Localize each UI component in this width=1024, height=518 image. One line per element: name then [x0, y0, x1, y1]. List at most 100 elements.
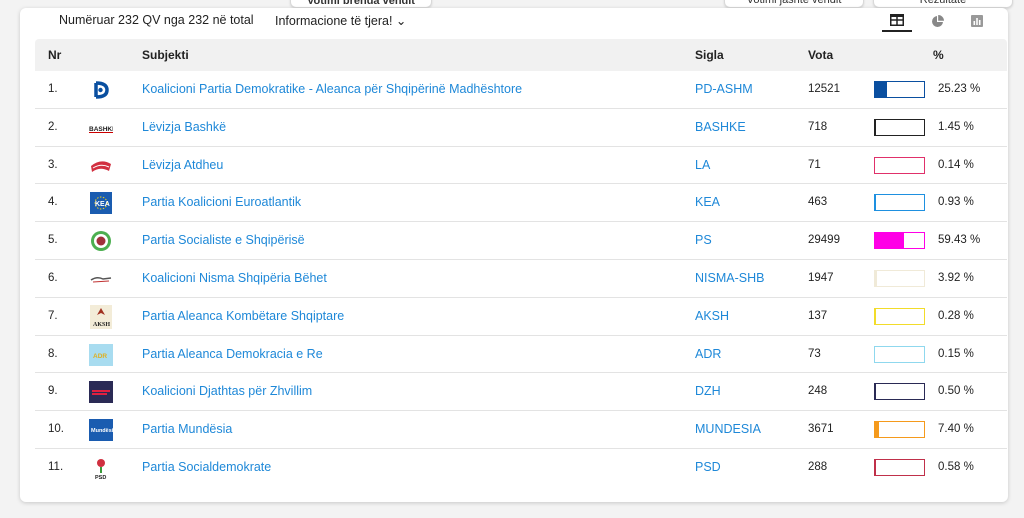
table-row: 10. Mundësia Partia Mundësia MUNDESIA 3671 7.… [35, 411, 1007, 449]
bar-view-button[interactable] [962, 10, 992, 32]
row-number: 1. [48, 83, 58, 95]
votes-value: 718 [808, 120, 828, 133]
votes-value: 29499 [808, 234, 840, 247]
votes-value: 12521 [808, 83, 840, 95]
table-row: 4. KEA Partia Koalicioni Euroatlantik KEA 46… [35, 184, 1007, 223]
table-row: 1. Koalicioni Partia Demokratike - Aleanc… [35, 71, 1007, 109]
share-bar [874, 458, 925, 476]
subject-link[interactable]: Lëvizja Atdheu [142, 158, 223, 172]
share-bar [874, 156, 925, 174]
svg-text:AKSH: AKSH [93, 322, 110, 328]
share-bar [874, 81, 925, 98]
table-row: 2. BASHKË Lëvizja Bashkë BASHKE 718 1.45 % [35, 109, 1007, 147]
votes-value: 71 [808, 158, 821, 171]
subject-link[interactable]: Partia Socialiste e Shqipërisë [142, 233, 305, 247]
svg-text:ADR: ADR [93, 353, 107, 360]
sigla-link[interactable]: AKSH [695, 309, 729, 323]
toolbar: Numëruar 232 QV nga 232 në total Informa… [20, 8, 1008, 38]
subject-link[interactable]: Koalicioni Nisma Shqipëria Bëhet [142, 271, 327, 285]
results-tab[interactable]: Rezultate [873, 0, 1013, 8]
table-row: 8. ADR Partia Aleanca Demokracia e Re ADR 73… [35, 336, 1007, 374]
votes-value: 1947 [808, 271, 834, 284]
subject-link[interactable]: Koalicioni Djathtas për Zhvillim [142, 384, 312, 398]
svg-text:BASHKË: BASHKË [89, 125, 113, 133]
table-body: 1. Koalicioni Partia Demokratike - Aleanc… [35, 71, 1007, 487]
table-row: 6. Koalicioni Nisma Shqipëria Bëhet NISMA-… [35, 260, 1007, 298]
table-header: Nr Subjekti Sigla Vota % [35, 39, 1007, 71]
subject-link[interactable]: Partia Mundësia [142, 422, 232, 436]
percent-value: 3.92 % [938, 271, 974, 284]
table-icon [890, 14, 904, 26]
percent-value: 59.43 % [938, 234, 981, 247]
share-bar [874, 421, 925, 439]
percent-value: 0.93 % [938, 196, 974, 209]
kea-logo: KEA [89, 192, 113, 215]
share-bar [874, 345, 925, 363]
table-row: 9. Koalicioni Djathtas për Zhvillim DZH 248… [35, 373, 1007, 412]
row-number: 8. [48, 347, 58, 360]
results-table: Nr Subjekti Sigla Vota % 1. Koalicioni Pa… [35, 39, 1007, 487]
inside-country-tab[interactable]: Votimi brenda vendit [290, 0, 432, 8]
bashke-logo: BASHKË [89, 117, 113, 139]
row-number: 7. [48, 309, 58, 322]
pie-view-button[interactable] [922, 10, 952, 32]
sigla-link[interactable]: KEA [695, 195, 720, 209]
dzh-logo [89, 381, 113, 404]
share-bar [874, 194, 925, 212]
table-row: 3. Lëvizja Atdheu LA 71 0.14 % [35, 147, 1007, 185]
header-nr: Nr [48, 48, 62, 62]
row-number: 3. [48, 158, 58, 171]
nisma-logo [89, 268, 113, 290]
votes-value: 137 [808, 309, 828, 322]
row-number: 11. [48, 460, 64, 473]
top-nav: Votimi brenda vendit Votimi jashtë vendi… [0, 0, 1024, 8]
percent-value: 0.14 % [938, 158, 974, 171]
row-number: 9. [48, 385, 58, 398]
svg-text:Mundësia: Mundësia [91, 428, 113, 434]
row-number: 10. [48, 423, 64, 436]
table-view-button[interactable] [882, 10, 912, 32]
share-bar [874, 307, 925, 325]
counted-stations-text: Numëruar 232 QV nga 232 në total [59, 13, 254, 27]
votes-value: 3671 [808, 423, 834, 436]
share-bar-fill [875, 270, 877, 286]
sigla-link[interactable]: PSD [695, 460, 721, 474]
share-bar-fill [875, 119, 876, 135]
sigla-link[interactable]: MUNDESIA [695, 422, 761, 436]
votes-value: 288 [808, 460, 828, 473]
percent-value: 7.40 % [938, 423, 974, 436]
subject-link[interactable]: Partia Koalicioni Euroatlantik [142, 195, 301, 209]
share-bar [874, 269, 925, 287]
sigla-link[interactable]: LA [695, 158, 710, 172]
header-sigla: Sigla [695, 48, 724, 62]
header-votes: Vota [808, 48, 834, 62]
votes-value: 248 [808, 385, 828, 398]
subject-link[interactable]: Partia Aleanca Kombëtare Shqiptare [142, 309, 344, 323]
subject-link[interactable]: Partia Socialdemokrate [142, 460, 271, 474]
sigla-link[interactable]: NISMA-SHB [695, 271, 764, 285]
sigla-link[interactable]: DZH [695, 384, 721, 398]
percent-value: 0.15 % [938, 347, 974, 360]
more-info-dropdown[interactable]: Informacione të tjera! ⌄ [275, 13, 406, 28]
svg-text:PSD: PSD [95, 475, 106, 480]
percent-value: 0.58 % [938, 460, 974, 473]
sigla-link[interactable]: ADR [695, 347, 721, 361]
row-number: 4. [48, 196, 58, 209]
results-card: Numëruar 232 QV nga 232 në total Informa… [20, 8, 1008, 502]
mundesia-logo: Mundësia [89, 419, 113, 442]
subject-link[interactable]: Partia Aleanca Demokracia e Re [142, 347, 323, 361]
table-row: 7. AKSH Partia Aleanca Kombëtare Shqiptare… [35, 298, 1007, 336]
sigla-link[interactable]: BASHKE [695, 120, 746, 134]
pd-logo [89, 79, 113, 101]
share-bar-fill [875, 233, 905, 249]
votes-value: 73 [808, 347, 821, 360]
percent-value: 0.28 % [938, 309, 974, 322]
sigla-link[interactable]: PD-ASHM [695, 82, 753, 96]
share-bar-fill [875, 82, 888, 97]
subject-link[interactable]: Lëvizja Bashkë [142, 120, 226, 134]
percent-value: 25.23 % [938, 83, 981, 95]
sigla-link[interactable]: PS [695, 233, 712, 247]
header-percent: % [933, 48, 944, 62]
subject-link[interactable]: Koalicioni Partia Demokratike - Aleanca … [142, 82, 522, 96]
outside-country-tab[interactable]: Votimi jashtë vendit [724, 0, 864, 8]
